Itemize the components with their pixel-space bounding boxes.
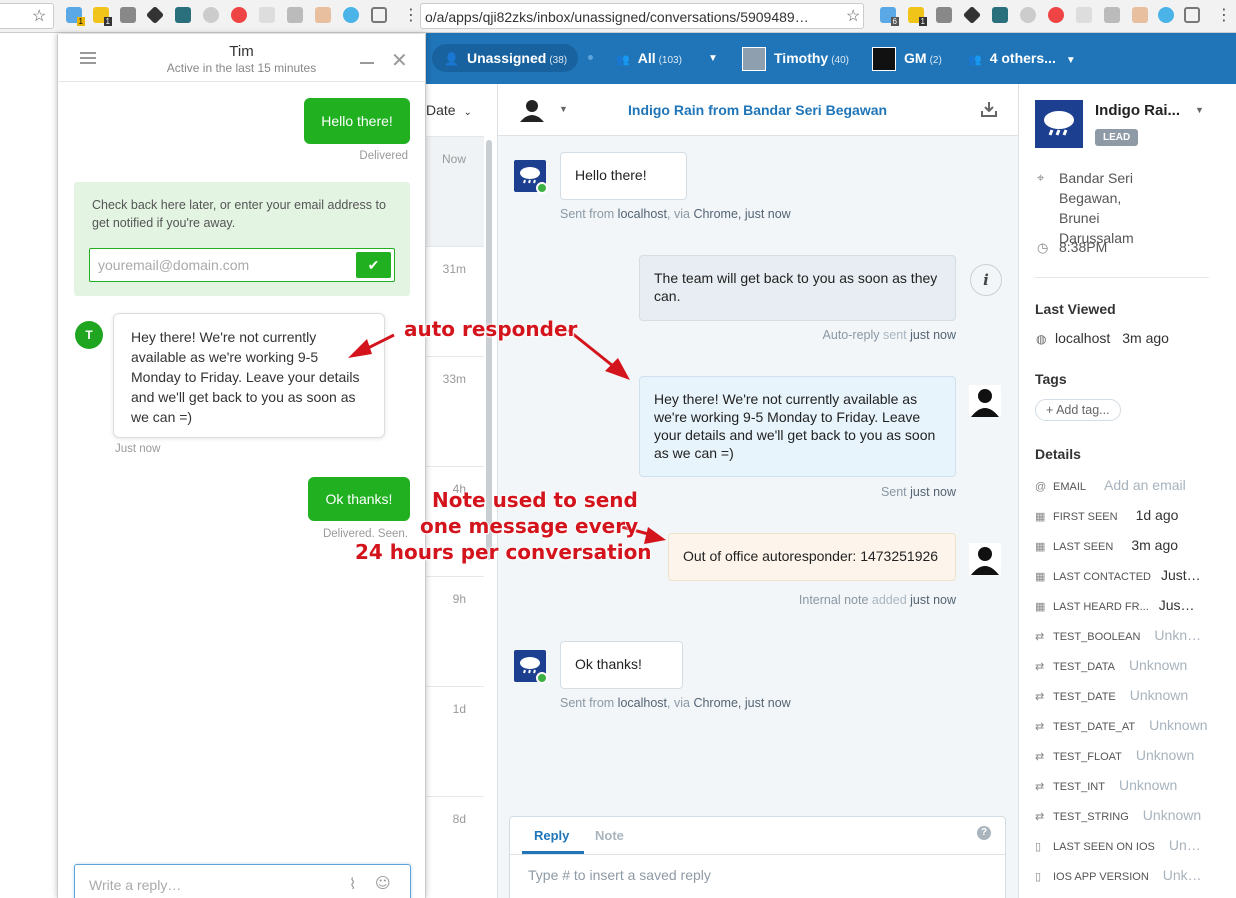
annotation-note-line: one message every: [420, 514, 639, 538]
annotation-note-line: Note used to send: [432, 488, 638, 512]
annotation-arrows: [348, 328, 666, 544]
annotation-note-line: 24 hours per conversation: [355, 540, 652, 564]
annotation-auto-responder: auto responder: [404, 317, 578, 341]
annotation-arrow: [348, 333, 395, 358]
